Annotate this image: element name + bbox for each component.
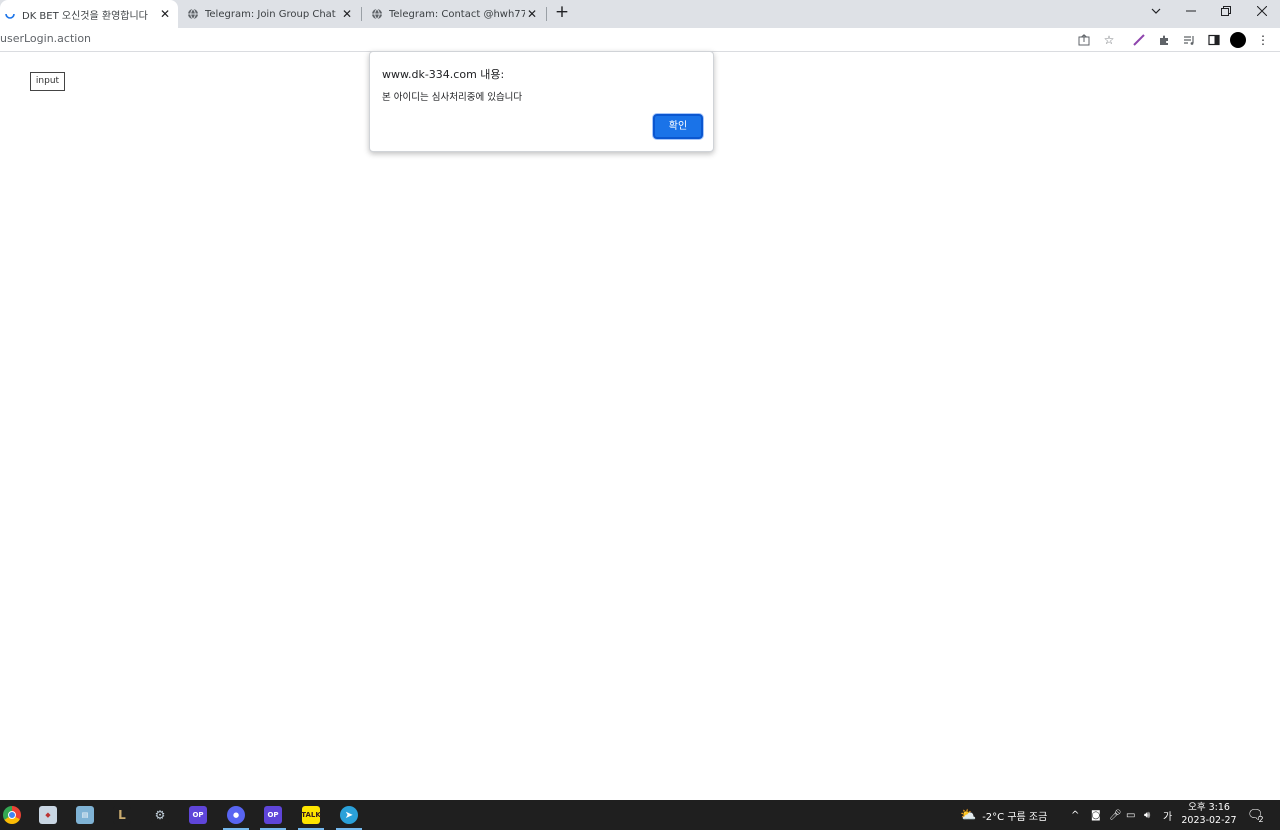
taskbar-app-7[interactable]: ●: [219, 800, 253, 830]
taskbar-league[interactable]: L: [105, 800, 139, 830]
discord-like-icon: ●: [227, 806, 245, 824]
tab-close-icon[interactable]: ✕: [340, 7, 354, 21]
new-tab-button[interactable]: +: [553, 3, 571, 21]
dialog-ok-button[interactable]: 확인: [653, 114, 703, 139]
taskbar-app-3[interactable]: ▤: [68, 800, 102, 830]
reading-list-icon[interactable]: [1181, 32, 1197, 48]
tab-title: DK BET 오신것을 환영합니다: [22, 10, 148, 22]
taskbar-opgg-2[interactable]: OP: [256, 800, 290, 830]
clock-date: 2023-02-27: [1181, 815, 1237, 826]
tab-strip: DK BET 오신것을 환영합니다 ✕ Telegram: Join Group…: [0, 0, 1280, 28]
tab-title: Telegram: Contact @hwh77: [389, 8, 525, 20]
profile-avatar[interactable]: [1230, 32, 1246, 48]
tab-telegram-group[interactable]: Telegram: Join Group Chat ✕: [180, 0, 360, 28]
microphone-icon[interactable]: 🎤︎: [1109, 800, 1122, 830]
tab-telegram-contact[interactable]: Telegram: Contact @hwh77 ✕: [364, 0, 545, 28]
address-bar[interactable]: userLogin.action: [0, 32, 91, 45]
taskbar-kakaotalk[interactable]: TALK: [294, 800, 328, 830]
show-hidden-icons-chevron-icon[interactable]: ^: [1071, 800, 1079, 830]
taskbar-steam[interactable]: ⚙: [143, 800, 177, 830]
tab-close-icon[interactable]: ✕: [525, 7, 539, 21]
league-of-legends-icon: L: [113, 806, 131, 824]
weather-widget[interactable]: ⛅ -2°C 구름 조금: [960, 800, 1047, 830]
restore-icon[interactable]: [1209, 0, 1243, 22]
dialog-origin: www.dk-334.com 내용:: [382, 68, 505, 81]
screen: DK BET 오신것을 환영합니다 ✕ Telegram: Join Group…: [0, 0, 1280, 830]
loading-spinner-icon: [5, 13, 15, 19]
alert-dialog: www.dk-334.com 내용: 본 아이디는 심사처리중에 있습니다 확인: [369, 51, 714, 152]
taskbar-opgg[interactable]: OP: [181, 800, 215, 830]
opgg-icon: OP: [264, 806, 282, 824]
tray-app-icon[interactable]: ◙: [1091, 800, 1101, 830]
taskbar-telegram[interactable]: ➤: [332, 800, 366, 830]
tab-dk-bet[interactable]: DK BET 오신것을 환영합니다 ✕: [0, 0, 178, 28]
steam-icon: ⚙: [151, 806, 169, 824]
taskbar-clock[interactable]: 오후 3:16 2023-02-27: [1178, 801, 1240, 827]
minimize-icon[interactable]: [1174, 0, 1208, 22]
side-panel-icon[interactable]: [1206, 32, 1222, 48]
browser-toolbar: userLogin.action ☆ ⋮: [0, 28, 1280, 52]
share-icon[interactable]: [1076, 32, 1092, 48]
tab-divider: [546, 7, 547, 21]
volume-icon[interactable]: 🔊︎: [1144, 800, 1150, 830]
kakaotalk-icon: TALK: [301, 806, 321, 824]
extensions-puzzle-icon[interactable]: [1156, 32, 1172, 48]
notification-count: 2: [1258, 814, 1264, 824]
opgg-icon: OP: [189, 806, 207, 824]
bookmark-star-icon[interactable]: ☆: [1101, 32, 1117, 48]
close-window-icon[interactable]: [1245, 0, 1279, 22]
dialog-message: 본 아이디는 심사처리중에 있습니다: [382, 92, 523, 103]
network-icon[interactable]: ▭: [1126, 800, 1135, 830]
tab-divider: [361, 7, 362, 21]
taskbar-chrome[interactable]: [0, 800, 29, 830]
app-3-icon: ▤: [76, 806, 94, 824]
globe-icon: [188, 8, 198, 20]
taskbar: ◆ ▤ L ⚙ OP ● OP TALK ➤ ⛅ -2°C 구름 조금 ^ ◙ …: [0, 800, 1280, 830]
pen-extension-icon[interactable]: [1131, 32, 1147, 48]
notification-center[interactable]: 🗨︎ 2: [1247, 800, 1264, 830]
taskbar-app-2[interactable]: ◆: [31, 800, 65, 830]
tab-title: Telegram: Join Group Chat: [205, 8, 336, 20]
chrome-icon: [3, 806, 21, 824]
tab-close-icon[interactable]: ✕: [158, 7, 172, 21]
telegram-icon: ➤: [340, 806, 358, 824]
page-input-button[interactable]: input: [30, 72, 65, 91]
menu-kebab-icon[interactable]: ⋮: [1255, 32, 1271, 48]
weather-cloud-sun-icon: ⛅: [960, 807, 977, 823]
globe-icon: [372, 8, 382, 20]
ime-indicator[interactable]: 가: [1163, 800, 1172, 830]
weather-text: -2°C 구름 조금: [982, 811, 1048, 823]
clock-time: 오후 3:16: [1188, 802, 1230, 813]
tab-search-chevron-icon[interactable]: [1139, 0, 1173, 22]
app-2-icon: ◆: [39, 806, 57, 824]
